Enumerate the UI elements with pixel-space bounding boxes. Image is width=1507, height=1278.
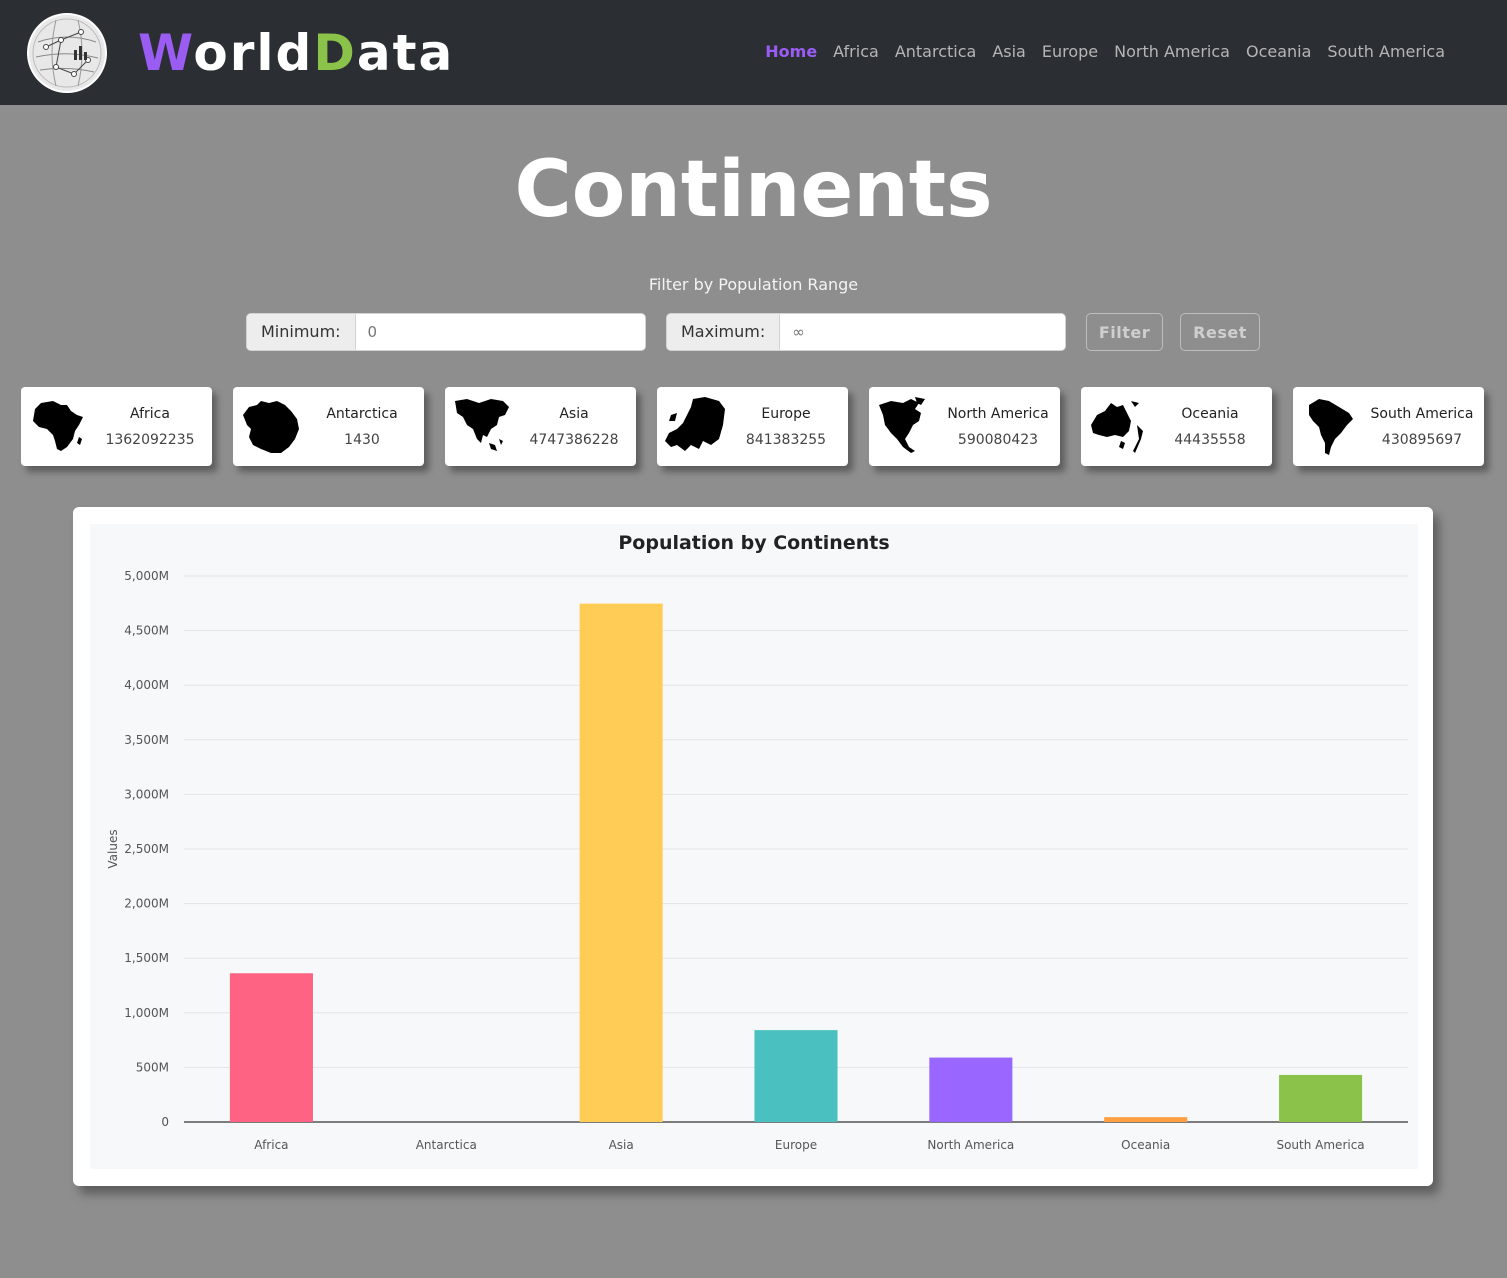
y-tick-label: 4,500M bbox=[124, 624, 169, 638]
card-text: Africa 1362092235 bbox=[95, 387, 205, 466]
card-value: 1430 bbox=[344, 431, 380, 448]
nav-links: Home Africa Antarctica Asia Europe North… bbox=[757, 40, 1453, 64]
nav-link-asia[interactable]: Asia bbox=[984, 40, 1034, 64]
y-tick-label: 4,000M bbox=[124, 678, 169, 692]
y-tick-label: 0 bbox=[161, 1115, 169, 1129]
bar-south-america bbox=[1279, 1074, 1363, 1122]
navbar: WorldData Home Africa Antarctica Asia Eu… bbox=[0, 0, 1507, 105]
card-name: South America bbox=[1370, 405, 1474, 422]
continent-card-north-america[interactable]: North America 590080423 bbox=[869, 387, 1060, 466]
brand-name[interactable]: WorldData bbox=[138, 24, 454, 82]
nav-link-home[interactable]: Home bbox=[757, 40, 825, 64]
reset-button[interactable]: Reset bbox=[1180, 313, 1260, 351]
card-value: 1362092235 bbox=[105, 431, 195, 448]
x-tick-label: Antarctica bbox=[416, 1138, 477, 1152]
card-value: 4747386228 bbox=[529, 431, 619, 448]
asia-silhouette-icon bbox=[455, 399, 509, 451]
europe-silhouette-icon bbox=[665, 397, 725, 451]
north-america-silhouette-icon bbox=[879, 397, 925, 453]
y-axis-label: Values bbox=[106, 829, 120, 868]
y-tick-label: 2,000M bbox=[124, 897, 169, 911]
y-tick-label: 5,000M bbox=[124, 569, 169, 583]
chart-panel: Population by Continents 0 500M 1,000M 1,500… bbox=[73, 507, 1433, 1186]
x-tick-label: North America bbox=[927, 1138, 1014, 1152]
filter-button[interactable]: Filter bbox=[1086, 313, 1163, 351]
nav-link-europe[interactable]: Europe bbox=[1034, 40, 1106, 64]
x-tick-label: Asia bbox=[609, 1138, 634, 1152]
page-title: Continents bbox=[514, 145, 993, 235]
y-tick-label: 2,500M bbox=[124, 842, 169, 856]
nav-link-antarctica[interactable]: Antarctica bbox=[887, 40, 985, 64]
card-value: 44435558 bbox=[1174, 431, 1246, 448]
card-text: Oceania 44435558 bbox=[1155, 387, 1265, 466]
antarctica-silhouette-icon bbox=[243, 401, 299, 453]
nav-link-africa[interactable]: Africa bbox=[825, 40, 887, 64]
y-tick-label: 500M bbox=[136, 1060, 169, 1074]
card-name: Europe bbox=[761, 405, 811, 422]
maximum-input-group: Maximum: bbox=[666, 313, 1066, 351]
population-bar-chart: Population by Continents 0 500M 1,000M 1,500… bbox=[106, 532, 1408, 1152]
nav-link-north-america[interactable]: North America bbox=[1106, 40, 1238, 64]
continent-card-antarctica[interactable]: Antarctica 1430 bbox=[233, 387, 424, 466]
card-name: Asia bbox=[559, 405, 589, 422]
nav-link-oceania[interactable]: Oceania bbox=[1238, 40, 1319, 64]
card-text: Asia 4747386228 bbox=[519, 387, 629, 466]
card-name: Africa bbox=[130, 405, 170, 422]
continent-card-asia[interactable]: Asia 4747386228 bbox=[445, 387, 636, 466]
minimum-input-group: Minimum: bbox=[246, 313, 646, 351]
card-name: North America bbox=[947, 405, 1049, 422]
y-tick-label: 3,000M bbox=[124, 787, 169, 801]
bar-asia bbox=[579, 603, 663, 1122]
chart-area: Population by Continents 0 500M 1,000M 1,500… bbox=[90, 524, 1418, 1169]
minimum-input[interactable] bbox=[355, 314, 645, 350]
card-value: 841383255 bbox=[745, 431, 827, 448]
africa-silhouette-icon bbox=[33, 401, 83, 451]
card-name: Oceania bbox=[1181, 405, 1239, 422]
y-tick-label: 3,500M bbox=[124, 733, 169, 747]
oceania-silhouette-icon bbox=[1091, 401, 1143, 453]
bar-north-america bbox=[929, 1057, 1013, 1122]
bar-europe bbox=[754, 1030, 838, 1122]
bar-africa bbox=[229, 973, 313, 1122]
continent-card-oceania[interactable]: Oceania 44435558 bbox=[1081, 387, 1272, 466]
maximum-input[interactable] bbox=[780, 314, 1065, 350]
y-tick-label: 1,000M bbox=[124, 1006, 169, 1020]
maximum-label: Maximum: bbox=[667, 314, 781, 350]
x-tick-label: Oceania bbox=[1121, 1138, 1170, 1152]
card-value: 430895697 bbox=[1381, 431, 1463, 448]
x-tick-label: South America bbox=[1276, 1138, 1364, 1152]
south-america-silhouette-icon bbox=[1309, 399, 1353, 455]
y-tick-label: 1,500M bbox=[124, 951, 169, 965]
card-name: Antarctica bbox=[326, 405, 398, 422]
globe-logo-icon[interactable] bbox=[26, 12, 108, 94]
x-tick-label: Africa bbox=[254, 1138, 288, 1152]
chart-title: Population by Continents bbox=[618, 532, 889, 554]
continent-card-europe[interactable]: Europe 841383255 bbox=[657, 387, 848, 466]
card-text: South America 430895697 bbox=[1367, 387, 1477, 466]
card-text: Antarctica 1430 bbox=[307, 387, 417, 466]
continent-card-south-america[interactable]: South America 430895697 bbox=[1293, 387, 1484, 466]
nav-link-south-america[interactable]: South America bbox=[1319, 40, 1453, 64]
filter-label: Filter by Population Range bbox=[648, 275, 859, 294]
card-value: 590080423 bbox=[957, 431, 1039, 448]
card-text: Europe 841383255 bbox=[731, 387, 841, 466]
continent-card-africa[interactable]: Africa 1362092235 bbox=[21, 387, 212, 466]
card-text: North America 590080423 bbox=[943, 387, 1053, 466]
x-tick-label: Europe bbox=[775, 1138, 817, 1152]
bar-oceania bbox=[1104, 1117, 1188, 1122]
minimum-label: Minimum: bbox=[247, 314, 356, 350]
